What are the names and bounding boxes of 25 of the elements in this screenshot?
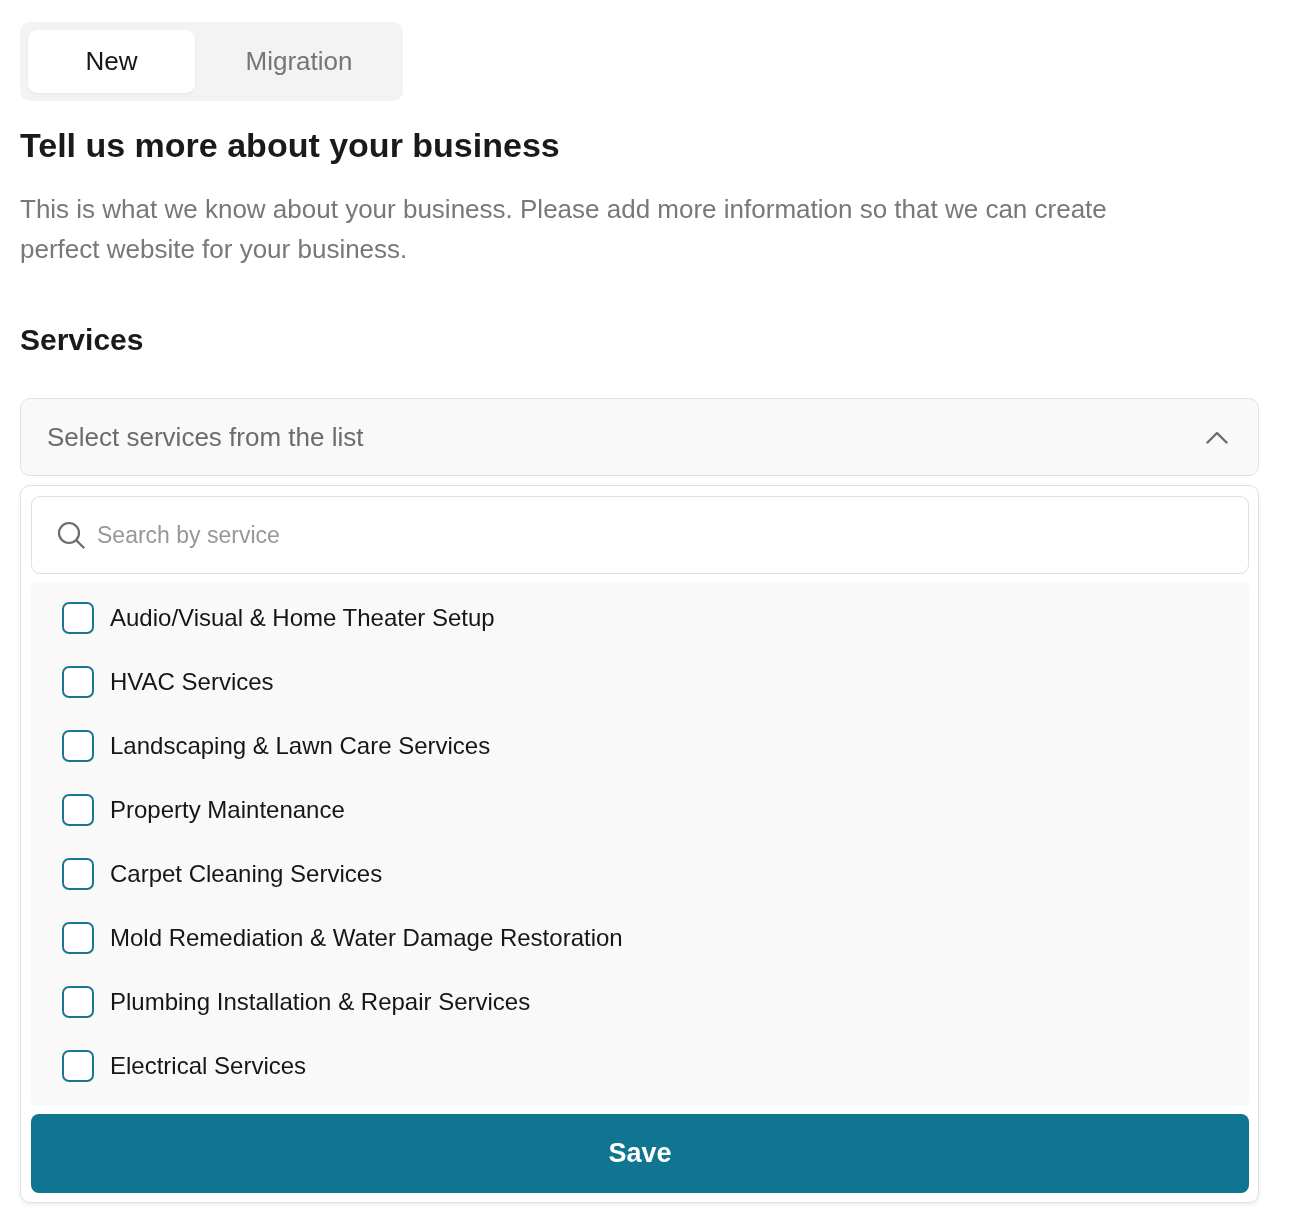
option-label[interactable]: Carpet Cleaning Services bbox=[110, 856, 383, 892]
tab[interactable]: New bbox=[28, 30, 195, 93]
page-heading: Tell us more about your business bbox=[20, 125, 561, 166]
checkbox[interactable] bbox=[62, 922, 94, 954]
checkbox[interactable] bbox=[62, 794, 94, 826]
option-label[interactable]: Plumbing Installation & Repair Services bbox=[110, 984, 531, 1020]
option-label[interactable]: HVAC Services bbox=[110, 664, 274, 700]
save-button[interactable]: Save bbox=[31, 1114, 1249, 1193]
checkbox[interactable] bbox=[62, 666, 94, 698]
checkbox[interactable] bbox=[62, 730, 94, 762]
checkbox[interactable] bbox=[62, 1050, 94, 1082]
checkbox[interactable] bbox=[62, 858, 94, 890]
checkbox[interactable] bbox=[62, 602, 94, 634]
checkbox[interactable] bbox=[62, 986, 94, 1018]
section-title: Services bbox=[20, 322, 145, 358]
services-select[interactable]: Select services from the list bbox=[20, 398, 1259, 476]
option-label[interactable]: Audio/Visual & Home Theater Setup bbox=[110, 600, 495, 636]
search-field[interactable]: Search by service bbox=[31, 496, 1249, 574]
option-label[interactable]: Property Maintenance bbox=[110, 792, 345, 828]
option-label[interactable]: Mold Remediation & Water Damage Restoration bbox=[110, 920, 623, 956]
search-icon bbox=[57, 521, 85, 549]
tab[interactable]: Migration bbox=[203, 30, 395, 93]
option-label[interactable]: Electrical Services bbox=[110, 1048, 307, 1084]
option-label[interactable]: Landscaping & Lawn Care Services bbox=[110, 728, 491, 764]
description-text: This is what we know about your business. Please add more information so that we can create perfect website for your business. bbox=[20, 193, 1108, 266]
